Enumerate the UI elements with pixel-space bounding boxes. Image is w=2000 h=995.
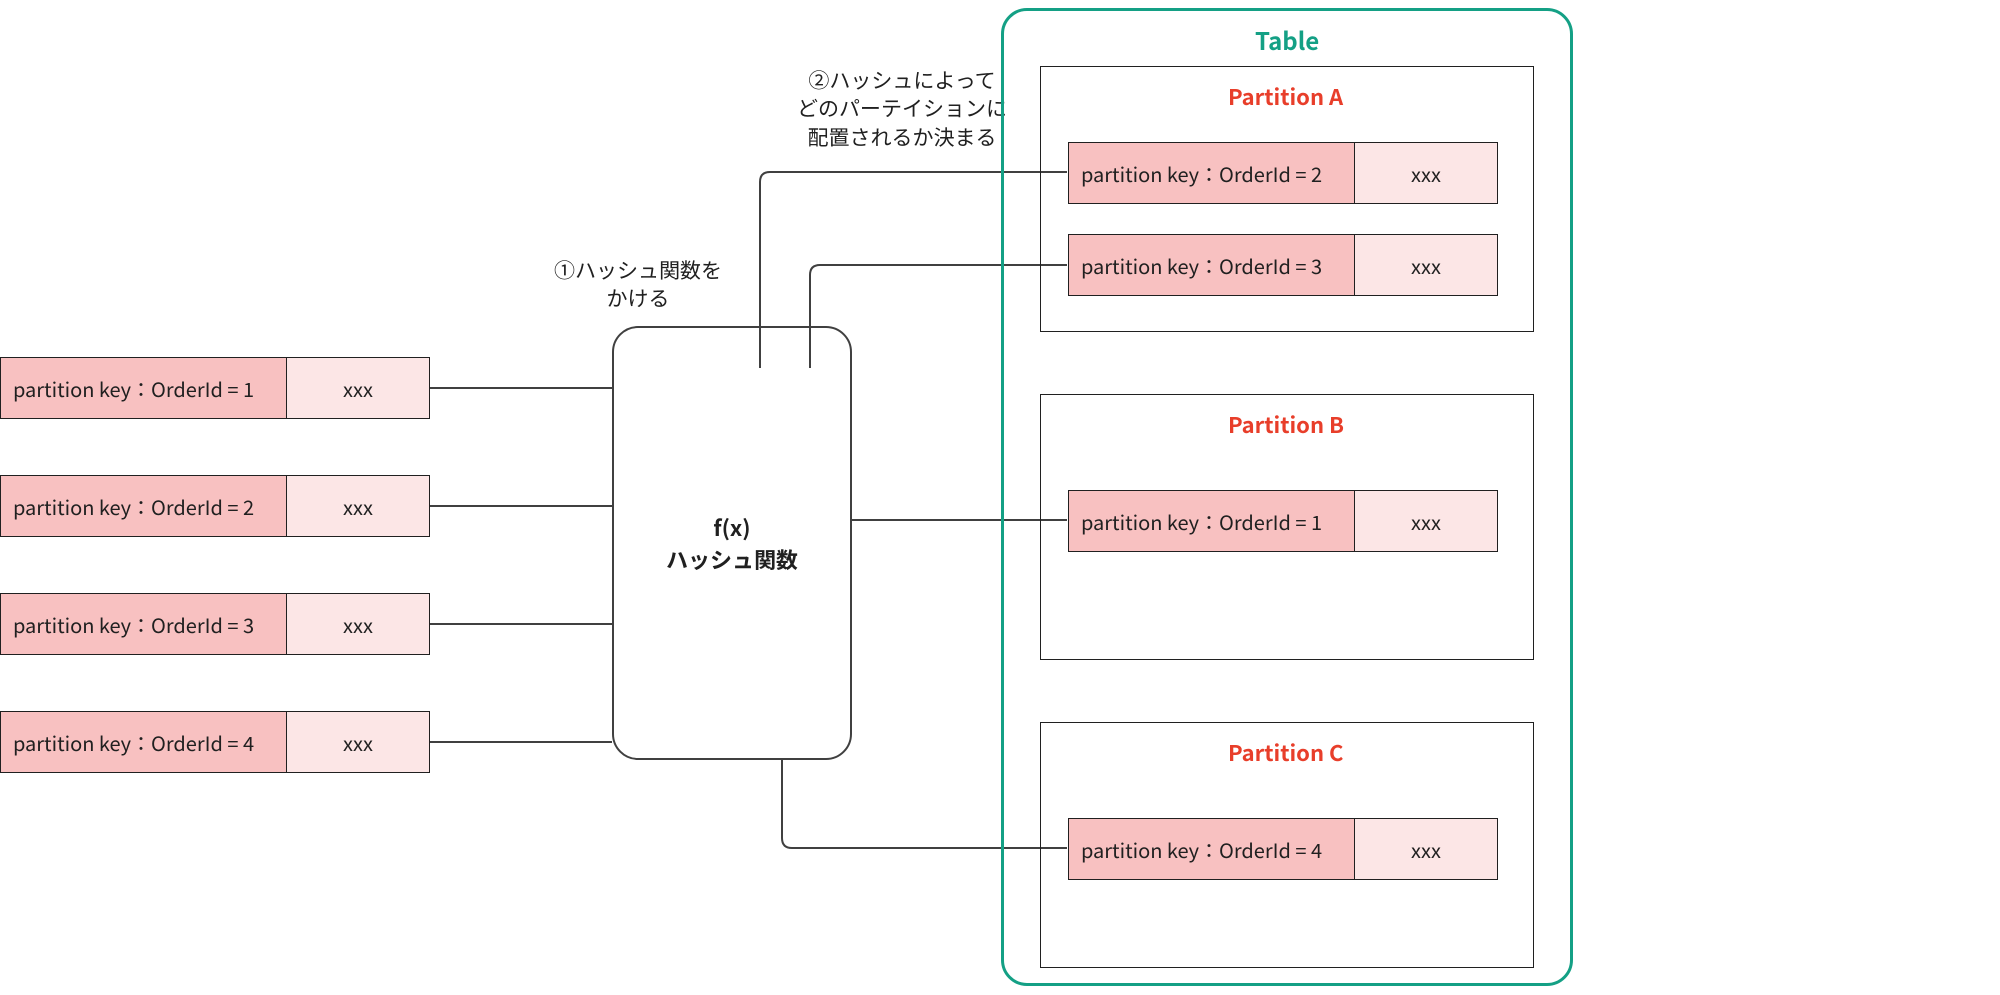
- record-key: partition key：OrderId = 4: [1, 712, 287, 772]
- input-record-3: partition key：OrderId = 3 xxx: [0, 593, 430, 655]
- record-val: xxx: [287, 594, 429, 654]
- record-key: partition key：OrderId = 2: [1, 476, 287, 536]
- record-key: partition key：OrderId = 1: [1069, 491, 1355, 551]
- record-val: xxx: [1355, 143, 1497, 203]
- record-val: xxx: [287, 358, 429, 418]
- input-record-4: partition key：OrderId = 4 xxx: [0, 711, 430, 773]
- partition-c-record-1: partition key：OrderId = 4 xxx: [1068, 818, 1498, 880]
- record-key: partition key：OrderId = 2: [1069, 143, 1355, 203]
- diagram-stage: ①ハッシュ関数を かける ②ハッシュによって どのパーテイションに 配置されるか…: [0, 0, 2000, 995]
- hash-function-box: f(x) ハッシュ関数: [612, 326, 852, 760]
- partition-a-title: Partition A: [1228, 80, 1343, 112]
- input-record-2: partition key：OrderId = 2 xxx: [0, 475, 430, 537]
- hash-function-label: ハッシュ関数: [666, 543, 798, 575]
- record-val: xxx: [287, 712, 429, 772]
- partition-a-record-1: partition key：OrderId = 2 xxx: [1068, 142, 1498, 204]
- record-key: partition key：OrderId = 4: [1069, 819, 1355, 879]
- annotation-hash-step2: ②ハッシュによって どのパーテイションに 配置されるか決まる: [797, 66, 1007, 151]
- record-val: xxx: [287, 476, 429, 536]
- annotation-hash-step1: ①ハッシュ関数を かける: [554, 256, 722, 313]
- record-key: partition key：OrderId = 1: [1, 358, 287, 418]
- text: ②ハッシュによって: [808, 65, 995, 95]
- hash-fx-label: f(x): [713, 511, 750, 543]
- partition-a-record-2: partition key：OrderId = 3 xxx: [1068, 234, 1498, 296]
- text: 配置されるか決まる: [808, 122, 997, 152]
- record-val: xxx: [1355, 235, 1497, 295]
- text: かける: [607, 283, 670, 313]
- record-val: xxx: [1355, 491, 1497, 551]
- text: どのパーテイションに: [797, 93, 1007, 123]
- partition-c-title: Partition C: [1228, 736, 1343, 768]
- partition-b-record-1: partition key：OrderId = 1 xxx: [1068, 490, 1498, 552]
- text: ①ハッシュ関数を: [554, 255, 722, 285]
- input-record-1: partition key：OrderId = 1 xxx: [0, 357, 430, 419]
- record-val: xxx: [1355, 819, 1497, 879]
- record-key: partition key：OrderId = 3: [1, 594, 287, 654]
- record-key: partition key：OrderId = 3: [1069, 235, 1355, 295]
- table-title: Table: [1255, 22, 1319, 57]
- partition-b-title: Partition B: [1228, 408, 1344, 440]
